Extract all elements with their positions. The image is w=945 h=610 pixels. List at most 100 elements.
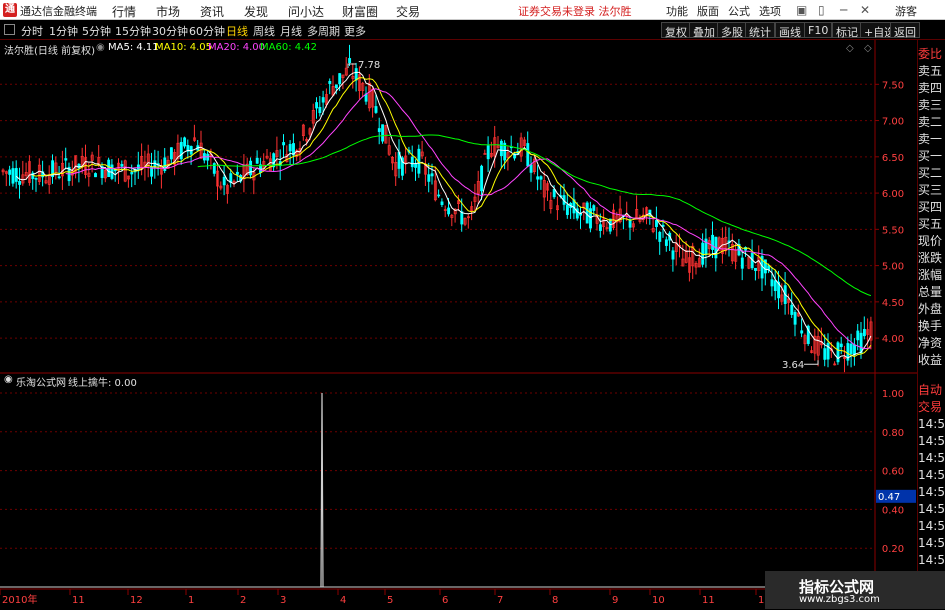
candle-body xyxy=(249,160,253,176)
high-label: 7.78 xyxy=(358,60,380,71)
expand-icon[interactable]: ◇ xyxy=(864,43,872,54)
trade-login-alert[interactable]: 证券交易未登录 法尔胜 xyxy=(518,3,632,19)
title-bar: 通 通达信金融终端 行情 市场 资讯 发现 问小达 财富圈 交易 证券交易未登录… xyxy=(0,0,945,20)
menu-banmian[interactable]: 版面 xyxy=(697,3,719,19)
candle-body xyxy=(34,178,38,180)
xaxis-label: 3 xyxy=(280,595,286,606)
menu-gongneng[interactable]: 功能 xyxy=(666,3,688,19)
candle-body xyxy=(536,176,540,180)
trade-label-0[interactable]: 自动 xyxy=(918,382,945,399)
menu-jiaoyi[interactable]: 交易 xyxy=(396,3,420,20)
xaxis-label: 10 xyxy=(652,595,665,606)
chart-area[interactable]: 7.50 7.00 6.50 6.00 5.50 5.00 4.50 4.00 1.00 0.80… xyxy=(0,40,917,607)
menu-shichang[interactable]: 市场 xyxy=(156,3,180,20)
candle-body xyxy=(183,137,187,147)
quote-label-8: 买三 xyxy=(918,183,943,197)
menu-wenxiaoda[interactable]: 问小达 xyxy=(288,3,324,20)
candle-body xyxy=(430,173,434,177)
menu-gongshi[interactable]: 公式 xyxy=(728,3,750,19)
period-fenshi[interactable]: 分时 xyxy=(21,23,43,39)
period-15min[interactable]: 15分钟 xyxy=(115,23,151,39)
panel-toggle-icon[interactable] xyxy=(4,24,15,35)
fuquan-button[interactable]: 复权 xyxy=(661,22,691,39)
ma10-label: MA10: 4.05 xyxy=(155,42,213,53)
indicator-dropdown-icon[interactable]: ◉ xyxy=(4,374,13,385)
ma-settings-icon[interactable]: ◉ xyxy=(96,42,105,53)
indicator-tick-label: 0.20 xyxy=(882,544,904,555)
period-30min[interactable]: 30分钟 xyxy=(152,23,188,39)
trade-label-3: 14:56 xyxy=(918,434,945,448)
minimize-icon[interactable]: ─ xyxy=(840,3,847,17)
period-monthly[interactable]: 月线 xyxy=(280,23,302,39)
candle-body xyxy=(856,330,860,341)
period-60min[interactable]: 60分钟 xyxy=(189,23,225,39)
menu-zixun[interactable]: 资讯 xyxy=(200,3,224,20)
trade-label-7: 14:56 xyxy=(918,502,945,516)
candle-body xyxy=(539,176,543,180)
candle-body xyxy=(740,257,744,269)
candle-body xyxy=(64,158,68,161)
ma60-label: MA60: 4.42 xyxy=(260,42,318,53)
app-logo-icon: 通 xyxy=(3,3,17,17)
indicator-value-badge-text: 0.47 xyxy=(878,492,900,503)
candle-body xyxy=(658,231,662,242)
stock-title: 法尔胜(日线 前复权) xyxy=(4,46,95,57)
trade-label-6: 14:56 xyxy=(918,485,945,499)
indicator-line-label: 线上擒牛: 0.00 xyxy=(68,378,137,389)
price-tick-label: 4.50 xyxy=(882,298,904,309)
candle-body xyxy=(318,106,322,114)
menu-hangqing[interactable]: 行情 xyxy=(112,3,136,20)
indicator-tick-label: 0.60 xyxy=(882,467,904,478)
period-weekly[interactable]: 周线 xyxy=(253,23,275,39)
tongji-button[interactable]: 统计 xyxy=(745,22,775,39)
period-more[interactable]: 更多 xyxy=(344,23,366,39)
diejia-button[interactable]: 叠加 xyxy=(689,22,719,39)
xaxis-label: 6 xyxy=(442,595,448,606)
price-tick-label: 5.00 xyxy=(882,262,904,273)
f10-button[interactable]: F10 xyxy=(804,22,833,38)
candle-body xyxy=(754,267,757,271)
period-daily[interactable]: 日线 xyxy=(226,23,248,39)
menu-xuanxiang[interactable]: 选项 xyxy=(759,3,781,19)
biaoji-button[interactable]: 标记 xyxy=(832,22,862,39)
period-multi[interactable]: 多周期 xyxy=(307,23,340,39)
guest-login[interactable]: 游客 xyxy=(895,3,917,19)
period-1min[interactable]: 1分钟 xyxy=(49,23,78,39)
candle-body xyxy=(480,165,484,192)
huaxian-button[interactable]: 画线 xyxy=(775,22,805,39)
menu-faxian[interactable]: 发现 xyxy=(244,3,268,20)
candle-body xyxy=(853,344,856,355)
trade-label-1[interactable]: 交易 xyxy=(918,399,945,416)
trade-label-8: 14:56 xyxy=(918,519,945,533)
candle-body xyxy=(288,144,292,152)
app-name: 通达信金融终端 xyxy=(20,5,97,18)
candle-body xyxy=(770,279,774,287)
candle-body xyxy=(328,81,332,84)
candle-body xyxy=(255,157,259,164)
price-tick-label: 5.50 xyxy=(882,225,904,236)
candle-body xyxy=(120,163,124,167)
quote-label-7: 买二 xyxy=(918,166,943,180)
ma5-line xyxy=(15,71,872,360)
kline-svg[interactable]: 7.50 7.00 6.50 6.00 5.50 5.00 4.50 4.00 1.00 0.80… xyxy=(0,40,917,607)
skin-icon[interactable]: ▣ xyxy=(796,3,807,17)
menu-caifuquan[interactable]: 财富圈 xyxy=(342,3,378,20)
mobile-icon[interactable]: ▯ xyxy=(818,3,825,17)
candle-body xyxy=(704,238,708,255)
close-icon[interactable]: ✕ xyxy=(860,3,870,17)
duogu-button[interactable]: 多股 xyxy=(717,22,747,39)
xaxis-label: 12 xyxy=(130,595,143,606)
period-5min[interactable]: 5分钟 xyxy=(82,23,111,39)
candle-body xyxy=(169,147,173,160)
candle-body xyxy=(526,143,530,167)
candle-body xyxy=(628,219,632,228)
xaxis-label: 7 xyxy=(497,595,503,606)
candle-body xyxy=(592,205,596,211)
candle-body xyxy=(671,250,675,260)
candle-body xyxy=(849,343,853,355)
quote-label-4: 卖二 xyxy=(918,115,943,129)
candle-body xyxy=(447,207,451,215)
back-button[interactable]: 返回 xyxy=(890,22,920,39)
indicator-name[interactable]: 乐淘公式网 xyxy=(16,374,66,389)
pin-icon[interactable]: ◇ xyxy=(846,43,854,54)
